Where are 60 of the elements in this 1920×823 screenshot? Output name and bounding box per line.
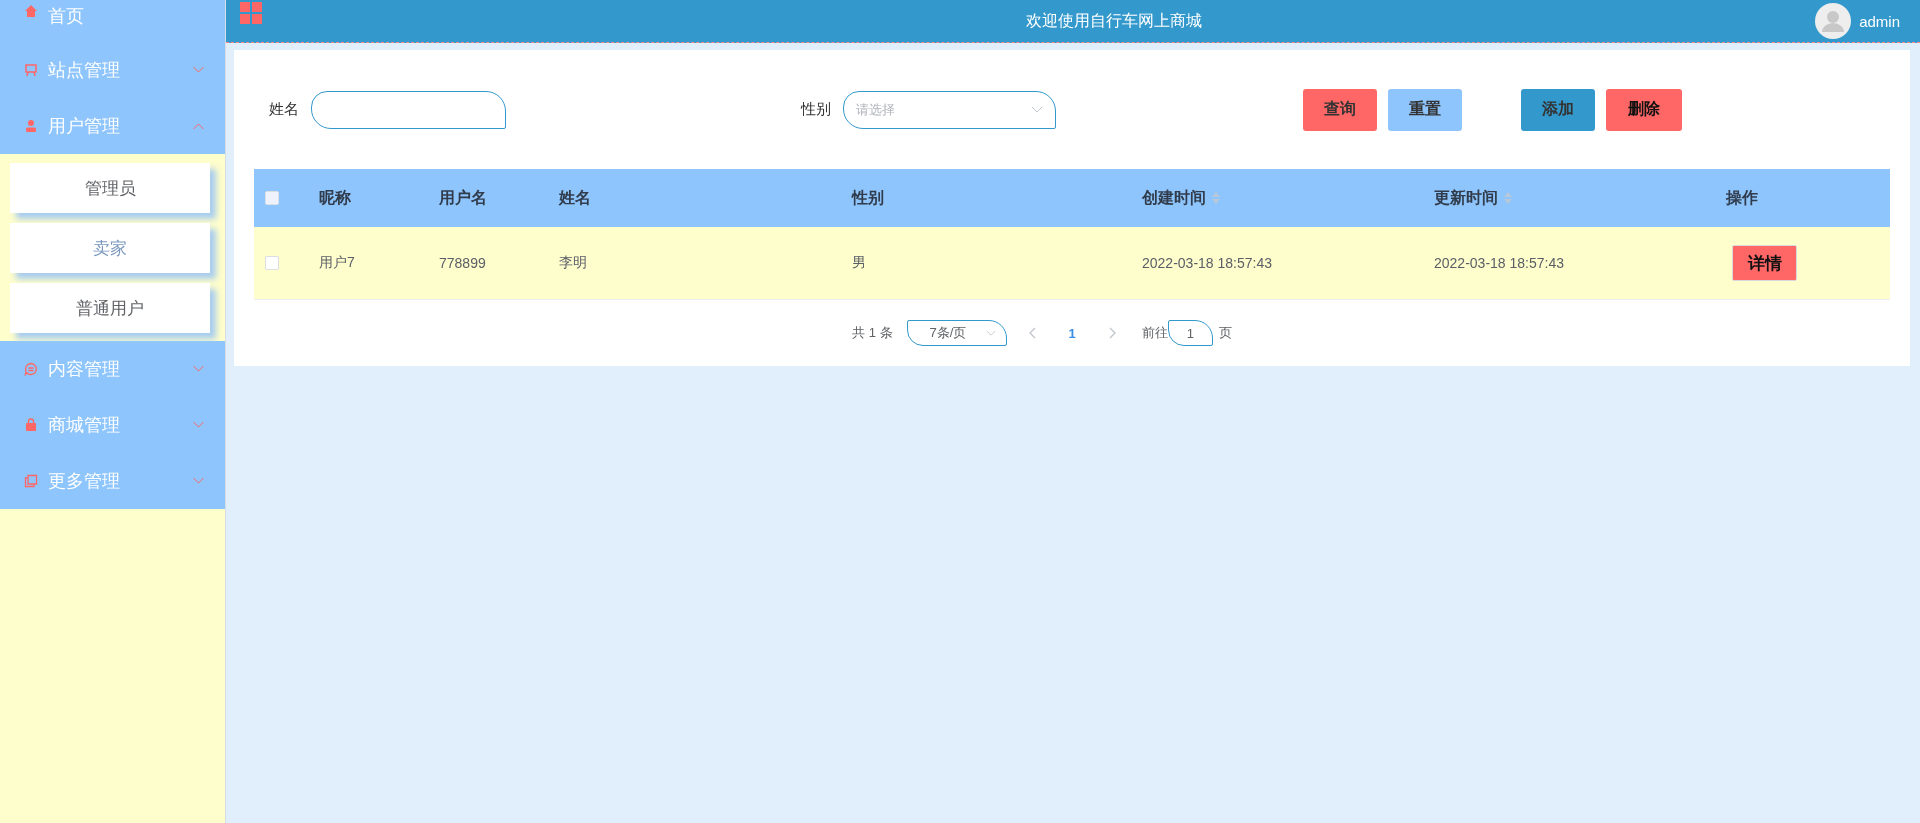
column-header: 昵称 bbox=[319, 187, 351, 208]
submenu-item[interactable]: 管理员 bbox=[10, 163, 210, 213]
field-label: 姓名 bbox=[269, 100, 299, 119]
column-header: 姓名 bbox=[559, 187, 591, 208]
table-cell: 2022-03-18 18:57:43 bbox=[1142, 255, 1272, 271]
action-button[interactable]: 查询 bbox=[1303, 88, 1377, 131]
submenu-item[interactable]: 卖家 bbox=[10, 223, 210, 273]
page-suffix: 页 bbox=[1218, 324, 1232, 342]
sort-icon[interactable] bbox=[1212, 192, 1220, 204]
table-cell: 778899 bbox=[439, 255, 486, 271]
chevron-down-icon[interactable] bbox=[985, 329, 996, 337]
chevron-down-icon[interactable] bbox=[1031, 105, 1043, 114]
easel-icon bbox=[24, 63, 38, 77]
table-cell: 李明 bbox=[559, 254, 587, 270]
action-button[interactable]: 添加 bbox=[1521, 88, 1595, 131]
column-header: 更新时间 bbox=[1434, 187, 1498, 208]
menu-label: 商城管理 bbox=[48, 414, 121, 437]
bag-icon bbox=[24, 418, 38, 432]
gender-select-field[interactable]: 请选择 bbox=[843, 90, 1056, 129]
user-icon bbox=[24, 119, 38, 133]
next-page-icon[interactable] bbox=[1107, 327, 1116, 339]
row-checkbox[interactable] bbox=[265, 256, 279, 270]
column-header: 创建时间 bbox=[1142, 187, 1206, 208]
chevron-icon bbox=[192, 122, 205, 130]
menu-label: 用户管理 bbox=[48, 115, 121, 138]
table-cell: 男 bbox=[852, 254, 866, 270]
avatar-icon[interactable] bbox=[1815, 3, 1852, 39]
home-icon bbox=[24, 4, 38, 18]
table-cell: 2022-03-18 18:57:43 bbox=[1434, 255, 1564, 271]
chevron-icon bbox=[192, 421, 205, 429]
menu-label: 首页 bbox=[48, 5, 85, 28]
previous-page-icon[interactable] bbox=[1028, 327, 1037, 339]
chevron-icon bbox=[192, 365, 205, 373]
details-button[interactable]: 详情 bbox=[1732, 245, 1797, 281]
column-header: 用户名 bbox=[439, 187, 487, 208]
sort-icon[interactable] bbox=[1504, 192, 1512, 204]
field-label: 性别 bbox=[801, 100, 831, 119]
page-number[interactable]: 1 bbox=[1058, 325, 1086, 341]
chevron-icon bbox=[192, 66, 205, 74]
username-label: admin bbox=[1859, 12, 1900, 30]
copy-icon bbox=[24, 474, 38, 488]
site-title: 欢迎使用自行车网上商城 bbox=[1024, 10, 1203, 31]
total-count: 共 1 条 bbox=[852, 324, 893, 342]
grid-icon[interactable] bbox=[240, 2, 262, 24]
goto-label: 前往 bbox=[1141, 324, 1168, 342]
chat-icon bbox=[24, 362, 38, 376]
chevron-icon bbox=[192, 477, 205, 485]
column-header: 操作 bbox=[1726, 187, 1758, 208]
select-all-checkbox[interactable] bbox=[265, 191, 279, 205]
submenu-item[interactable]: 普通用户 bbox=[10, 283, 210, 333]
goto-page-input[interactable]: 1 bbox=[1167, 320, 1213, 346]
table-cell: 用户7 bbox=[319, 254, 355, 270]
menu-label: 内容管理 bbox=[48, 358, 121, 381]
action-button[interactable]: 重置 bbox=[1388, 88, 1462, 131]
menu-label: 更多管理 bbox=[48, 470, 121, 493]
name-input-field[interactable] bbox=[311, 90, 506, 129]
column-header: 性别 bbox=[852, 187, 884, 208]
page-size-select[interactable]: 7条/页 bbox=[906, 320, 1007, 346]
menu-label: 站点管理 bbox=[48, 59, 121, 82]
action-button[interactable]: 删除 bbox=[1606, 88, 1682, 131]
